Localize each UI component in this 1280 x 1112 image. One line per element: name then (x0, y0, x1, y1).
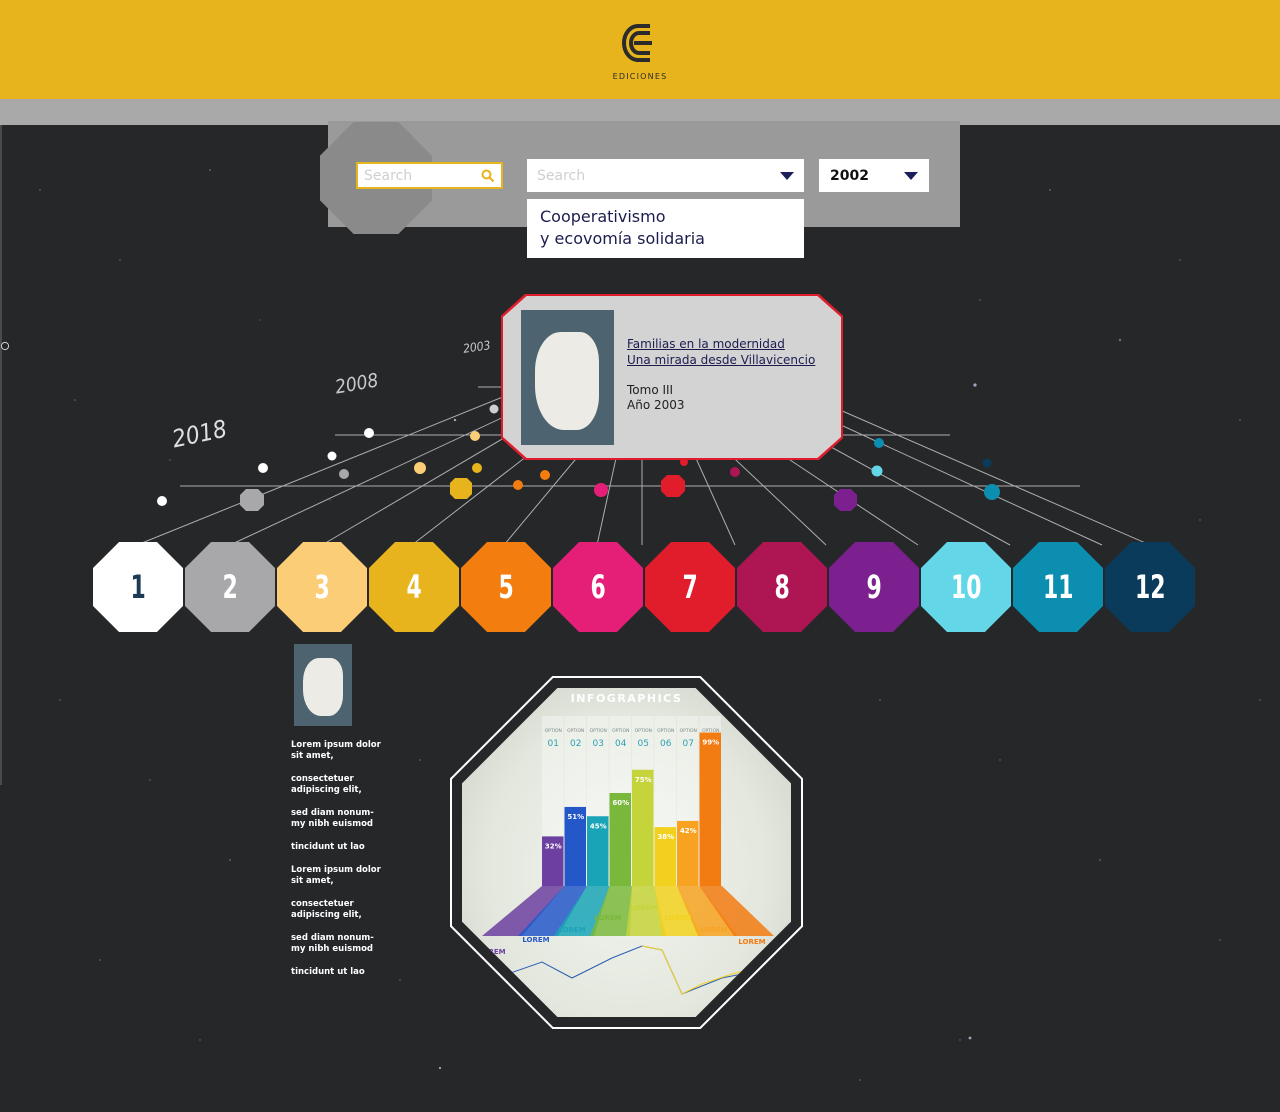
lorem-tag: LOREM (630, 904, 657, 912)
featured-title-line2: Una mirada desde Villavicencio (627, 353, 816, 367)
infographic-panel[interactable]: OPTION 01 OPTION 02 OPTION 03 OPTION 04 OPTION 05… (462, 688, 791, 1017)
category-octagon-9[interactable]: 9 (828, 542, 920, 632)
lorem-paragraph: tincidunt ut lao (291, 842, 365, 852)
category-number: 12 (1134, 568, 1166, 606)
option-label: OPTION (635, 728, 652, 734)
option-label: OPTION (590, 728, 607, 734)
option-label: OPTION (567, 728, 584, 734)
chart-bar (632, 769, 654, 886)
lorem-paragraph: sed diam nonum-my nibh euismod (291, 933, 374, 954)
category-number: 2 (222, 568, 238, 606)
category-octagon-10[interactable]: 10 (920, 542, 1012, 632)
bar-value-label: 60% (612, 799, 629, 807)
bar-value-label: 45% (590, 822, 607, 830)
lorem-tag: LOREM (558, 926, 585, 934)
bar-value-label: 32% (545, 842, 562, 850)
featured-book-meta: Tomo III Año 2003 (627, 383, 827, 413)
category-number: 8 (774, 568, 790, 606)
category-octagon-5[interactable]: 5 (460, 542, 552, 632)
category-octagon-12[interactable]: 12 (1104, 542, 1196, 632)
category-number: 9 (866, 568, 882, 606)
infographic-chart: OPTION 01 OPTION 02 OPTION 03 OPTION 04 OPTION 05… (478, 716, 774, 995)
lorem-tag: LOREM (700, 926, 727, 934)
category-number: 6 (590, 568, 606, 606)
chart-bar (699, 732, 721, 886)
category-octagon-3[interactable]: 3 (276, 542, 368, 632)
lorem-tag: LOREM (522, 936, 549, 944)
lorem-paragraph: consectetuer adipiscing elit, (291, 899, 362, 920)
lorem-tag: LOREM (738, 938, 765, 946)
lorem-paragraph: Lorem ipsum dolor sit amet, (291, 740, 381, 761)
bar-value-label: 42% (680, 827, 697, 835)
infographic-title: INFOGRAPHICS (570, 692, 683, 705)
lorem-tag: LOREM (664, 914, 691, 922)
bar-value-label: 75% (635, 776, 652, 784)
bar-value-label: 99% (702, 739, 719, 747)
bar-value-label: 38% (657, 833, 674, 841)
option-number: 01 (548, 739, 559, 749)
featured-book-cover-image[interactable] (521, 310, 614, 445)
option-number: 07 (683, 739, 694, 749)
category-octagon-7[interactable]: 7 (644, 542, 736, 632)
category-octagon-1[interactable]: 1 (92, 542, 184, 632)
bar-value-label: 51% (567, 813, 584, 821)
option-number: 03 (593, 739, 604, 749)
featured-tomo: Tomo III (627, 383, 674, 397)
lorem-paragraph: tincidunt ut lao (291, 967, 365, 977)
category-number: 1 (130, 568, 146, 606)
category-number: 5 (498, 568, 514, 606)
option-label: OPTION (680, 728, 697, 734)
category-octagon-2[interactable]: 2 (184, 542, 276, 632)
category-number: 10 (950, 568, 982, 606)
lorem-paragraph: Lorem ipsum dolor sit amet, (291, 865, 381, 886)
option-number: 04 (615, 739, 627, 749)
category-octagon-4[interactable]: 4 (368, 542, 460, 632)
option-label: OPTION (545, 728, 562, 734)
lorem-paragraph: sed diam nonum-my nibh euismod (291, 808, 374, 829)
featured-book-title[interactable]: Familias en la modernidad Una mirada des… (627, 336, 837, 368)
category-number: 3 (314, 568, 330, 606)
lorem-tag: LOREM (594, 914, 621, 922)
option-number: 02 (570, 739, 581, 749)
category-octagon-11[interactable]: 11 (1012, 542, 1104, 632)
option-number: 06 (660, 739, 672, 749)
side-book-thumbnail[interactable] (294, 644, 352, 726)
option-label: OPTION (612, 728, 629, 734)
option-number: 05 (638, 739, 649, 749)
category-octagon-6[interactable]: 6 (552, 542, 644, 632)
trend-line (501, 945, 763, 995)
lorem-paragraph: consectetuer adipiscing elit, (291, 774, 362, 795)
featured-title-line1: Familias en la modernidad (627, 337, 785, 351)
option-label: OPTION (657, 728, 674, 734)
category-number: 4 (406, 568, 422, 606)
side-description: Lorem ipsum dolor sit amet, consectetuer… (291, 740, 381, 990)
category-number: 7 (682, 568, 698, 606)
featured-year: Año 2003 (627, 398, 685, 412)
category-number: 11 (1042, 568, 1074, 606)
category-octagon-8[interactable]: 8 (736, 542, 828, 632)
